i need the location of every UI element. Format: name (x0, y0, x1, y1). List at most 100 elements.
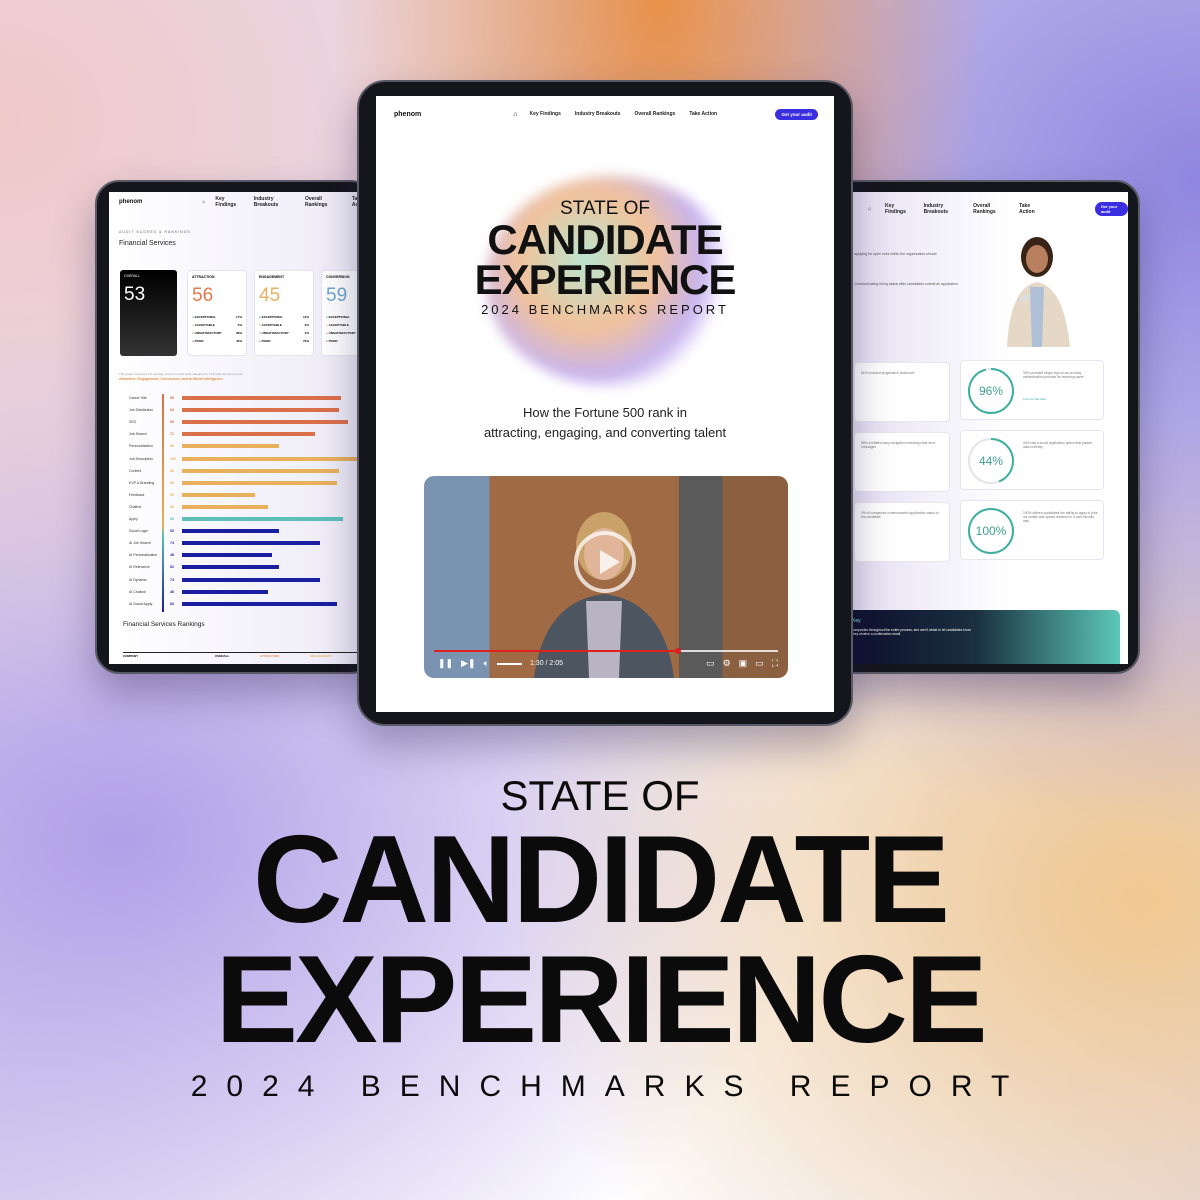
bar-value-label: 84 (170, 408, 174, 413)
get-audit-button[interactable]: Get your audit (775, 108, 818, 120)
bar-label: SEO (129, 420, 137, 425)
overall-score-card: OVERALL 53 (120, 270, 177, 356)
stat-card: 86% exhibited easy navigation including … (854, 432, 950, 492)
bar-job-distribution (182, 408, 340, 413)
report-title: STATE OF CANDIDATE EXPERIENCE 2024 BENCH… (376, 198, 834, 317)
stat-ring-card: 44% 44% had a social application option … (960, 430, 1104, 490)
settings-icon[interactable]: ⚙ (723, 658, 731, 669)
graph-legend: Attraction, Engagement, Conversion, and … (119, 377, 223, 381)
miniplayer-icon[interactable]: ▣ (739, 658, 748, 669)
bar-label: AI Dynamic (129, 577, 147, 582)
progress-ring: 100% (968, 508, 1014, 554)
rankings-table-header: COMPANY OVERALL ATTRACTION ENGAGEMENT (123, 652, 373, 658)
video-progress-track[interactable] (434, 648, 778, 654)
woman-with-phone-photo (1007, 237, 1070, 347)
tagline-line-2: attracting, engaging, and converting tal… (483, 425, 727, 440)
score-row-label: UNSATISFACTORY (261, 331, 289, 335)
bar-label: Job Distribution (129, 408, 154, 413)
bar-label: EVP & Branding (129, 480, 155, 485)
bar-social-login (182, 529, 280, 534)
pause-icon[interactable]: ❚❚ (438, 658, 453, 669)
bar-ai-job-search (182, 541, 321, 546)
bar-seo (182, 420, 349, 425)
category-axis (162, 394, 164, 612)
hero-title-line-2: EXPERIENCE (215, 931, 987, 1069)
stat-text: 0% of companies communicated application… (861, 511, 939, 519)
stat-card: 81% included progressive disclosure (854, 362, 950, 422)
col-engagement[interactable]: ENGAGEMENT (310, 654, 332, 658)
get-audit-button[interactable]: Get your audit (1094, 202, 1128, 216)
score-row: ● POOR 79% (259, 339, 309, 343)
ring-link[interactable]: Fortune 500 data (1023, 397, 1046, 401)
ring-text: 100% offered candidates the ability to a… (1023, 511, 1098, 523)
video-player[interactable]: ❚❚ ▶❚ 🔈︎ 1:30 / 2:05 ▭ ⚙ ▣ ▭ ⛶ (424, 476, 788, 678)
score-row-pct: 79% (302, 339, 309, 343)
stat-text: 86% exhibited easy navigation including … (861, 441, 936, 449)
home-icon[interactable]: ⌂ (868, 206, 871, 212)
score-row-label: UNSATISFACTORY (328, 331, 356, 335)
right-tablet: ⌂ Key Findings Industry Breakouts Overal… (830, 180, 1140, 674)
score-row-label: EXCEPTIONAL (194, 315, 216, 319)
fullscreen-icon[interactable]: ⛶ (772, 658, 778, 669)
title-line-1: CANDIDATE (487, 216, 723, 263)
bar-chatbot (182, 504, 269, 509)
volume-slider[interactable] (496, 662, 522, 665)
nav-overall-rankings[interactable]: Overall Rankings (634, 111, 675, 117)
nav-key-findings[interactable]: Key Findings (529, 111, 560, 117)
col-overall[interactable]: OVERALL (215, 654, 260, 658)
logo[interactable]: phenom (394, 111, 421, 118)
score-row-label: POOR (261, 339, 271, 343)
bar-label: Apply (129, 517, 138, 521)
col-company[interactable]: COMPANY (123, 654, 215, 658)
bar-label: Job Search (129, 432, 147, 437)
score-label: ENGAGEMENT (259, 275, 285, 279)
nav-industry-breakouts[interactable]: Industry Breakouts (924, 203, 960, 215)
col-attraction[interactable]: ATTRACTION (260, 654, 310, 658)
overall-value: 53 (124, 284, 146, 305)
title-subtitle: 2024 BENCHMARKS REPORT (481, 302, 729, 317)
bar-evp-branding (182, 480, 338, 485)
hero-subtitle: 2024 BENCHMARKS REPORT (190, 1070, 1029, 1103)
stat-ring-card: 100% 100% offered candidates the ability… (960, 500, 1104, 560)
score-row-label: POOR (194, 339, 204, 343)
score-row: ● EXCEPTIONAL 10% (259, 315, 309, 319)
bar-value-label: 84 (170, 468, 174, 473)
bar-label: Personalization (129, 444, 153, 449)
bar-ai-chatbot (182, 589, 269, 594)
bar-value-label: 85 (170, 396, 174, 400)
bar-label: Social Login (129, 529, 149, 534)
tagline: How the Fortune 500 rank in attracting, … (376, 403, 834, 443)
score-row-pct: 6% (304, 323, 309, 327)
stat-text: 81% included progressive disclosure (861, 371, 915, 375)
nav-overall-rankings[interactable]: Overall Rankings (305, 196, 342, 208)
bar-value-label: 46 (170, 589, 174, 594)
tagline-line-1: How the Fortune 500 rank in (522, 405, 688, 420)
home-icon[interactable]: ⌂ (202, 199, 205, 205)
eyebrow: AUDIT SCORES & RANKINGS (119, 230, 191, 234)
nav-key-findings[interactable]: Key Findings (215, 196, 243, 208)
bar-value-label: 83 (170, 480, 174, 485)
nav-overall-rankings[interactable]: Overall Rankings (973, 203, 1005, 215)
bar-label: Content (129, 468, 142, 473)
nav-take-action[interactable]: Take Action (1019, 203, 1041, 215)
play-button[interactable] (574, 531, 636, 593)
nav-industry-breakouts[interactable]: Industry Breakouts (254, 196, 295, 208)
score-row-label: UNSATISFACTORY (194, 331, 222, 335)
next-icon[interactable]: ▶❚ (461, 658, 475, 669)
nav-key-findings[interactable]: Key Findings (885, 203, 910, 215)
progress-ring: 44% (968, 438, 1014, 484)
captions-icon[interactable]: ▭ (706, 658, 715, 669)
score-value: 56 (192, 285, 214, 306)
ring-value: 44% (979, 454, 1003, 468)
home-icon[interactable]: ⌂ (513, 111, 517, 118)
volume-icon[interactable]: 🔈︎ (484, 658, 489, 669)
score-row-label: EXCEPTIONAL (261, 315, 283, 319)
logo[interactable]: phenom (119, 199, 142, 205)
bar-label: Feedback (129, 492, 145, 497)
key-title: Key (852, 618, 861, 624)
nav-industry-breakouts[interactable]: Industry Breakouts (575, 111, 621, 117)
intro-text-2: Communicating hiring status after candid… (854, 282, 958, 286)
ring-text: 44% had a social application option that… (1023, 441, 1093, 449)
theater-icon[interactable]: ▭ (755, 658, 764, 669)
nav-take-action[interactable]: Take Action (689, 111, 717, 117)
